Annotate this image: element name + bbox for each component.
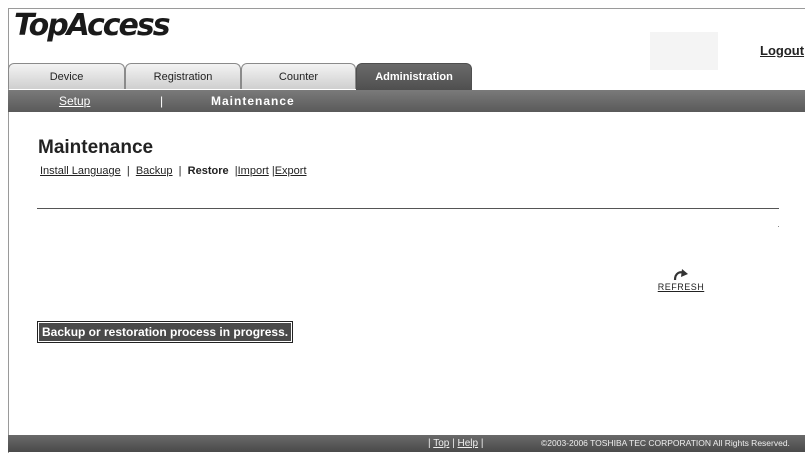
footer-separator: | — [480, 438, 484, 449]
footer-links: | Top | Help | — [428, 435, 483, 452]
status-message: Backup or restoration process in progres… — [39, 323, 292, 341]
logout-link[interactable]: Logout — [760, 43, 804, 58]
subnav-setup-link[interactable]: Setup — [59, 90, 90, 112]
footer-bar: | Top | Help | ©2003-2006 TOSHIBA TEC CO… — [8, 435, 805, 452]
tab-device[interactable]: Device — [8, 63, 125, 89]
footer-help-link[interactable]: Help — [458, 438, 479, 449]
maintenance-links: Install Language | Backup | Restore |Imp… — [40, 165, 307, 177]
footer-separator: | — [452, 438, 455, 449]
sub-navigation-bar: Setup | Maintenance — [8, 90, 805, 112]
copyright-text: ©2003-2006 TOSHIBA TEC CORPORATION All R… — [541, 438, 790, 448]
refresh-label: REFRESH — [657, 282, 705, 292]
topaccess-logo: TopAccess — [14, 8, 171, 43]
backup-link[interactable]: Backup — [136, 165, 173, 177]
install-language-link[interactable]: Install Language — [40, 165, 121, 177]
import-link[interactable]: Import — [238, 165, 269, 177]
tab-administration[interactable]: Administration — [356, 63, 472, 90]
export-link[interactable]: Export — [275, 165, 307, 177]
status-message-box: Backup or restoration process in progres… — [37, 321, 294, 343]
tab-registration[interactable]: Registration — [125, 63, 241, 89]
horizontal-divider — [37, 208, 779, 209]
refresh-icon — [673, 269, 688, 281]
subnav-maintenance-current: Maintenance — [211, 94, 295, 108]
refresh-button[interactable]: REFRESH — [656, 268, 706, 292]
footer-separator: | — [428, 438, 431, 449]
header-blank-area — [650, 32, 718, 70]
link-separator: | — [126, 165, 130, 177]
page-title: Maintenance — [38, 137, 154, 158]
main-tabs: Device Registration Counter Administrati… — [8, 63, 472, 90]
subnav-separator: | — [160, 94, 164, 108]
restore-current: Restore — [187, 165, 229, 177]
tab-counter[interactable]: Counter — [241, 63, 356, 89]
decorative-dot — [778, 226, 779, 227]
footer-top-link[interactable]: Top — [433, 438, 449, 449]
link-separator: | — [178, 165, 182, 177]
